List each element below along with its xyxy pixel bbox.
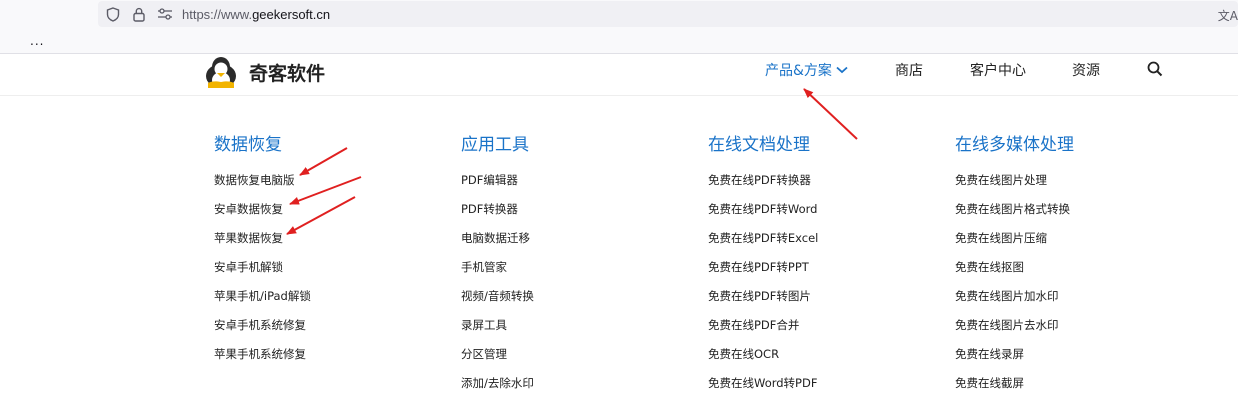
menu-item[interactable]: 免费在线PDF转PPT — [708, 259, 818, 288]
tabs-overflow[interactable]: ... — [30, 34, 44, 48]
menu-item[interactable]: 免费在线PDF合并 — [708, 317, 818, 346]
url-prefix: https://www. — [182, 6, 253, 22]
menu-item[interactable]: PDF转换器 — [461, 201, 534, 230]
brand-logo[interactable]: 奇客软件 — [203, 55, 325, 89]
menu-item[interactable]: 免费在线PDF转图片 — [708, 288, 818, 317]
menu-item[interactable]: 电脑数据迁移 — [461, 230, 534, 259]
column-title[interactable]: 应用工具 — [461, 130, 534, 155]
column-title[interactable]: 数据恢复 — [214, 130, 311, 155]
menu-item[interactable]: 免费在线图片加水印 — [955, 288, 1074, 317]
address-bar[interactable]: https://www.geekersoft.cn 文A — [98, 1, 1238, 27]
brand-name: 奇客软件 — [249, 62, 326, 85]
search-button[interactable] — [1147, 61, 1163, 81]
menu-item[interactable]: 免费在线PDF转Excel — [708, 230, 818, 259]
menu-item[interactable]: 数据恢复电脑版 — [214, 172, 311, 201]
menu-item[interactable]: 免费在线图片压缩 — [955, 230, 1074, 259]
menu-item[interactable]: 视频/音频转换 — [461, 288, 534, 317]
search-icon — [1147, 61, 1163, 77]
lock-icon[interactable] — [128, 3, 150, 25]
menu-column-online-media: 在线多媒体处理 免费在线图片处理 免费在线图片格式转换 免费在线图片压缩 免费在… — [955, 130, 1074, 404]
menu-item[interactable]: 苹果手机/iPad解锁 — [214, 288, 311, 317]
nav-store-label: 商店 — [895, 63, 923, 79]
menu-item[interactable]: 免费在线录屏 — [955, 346, 1074, 375]
translate-icon[interactable]: 文A — [1218, 7, 1238, 24]
url-domain: geekersoft.cn — [252, 6, 331, 22]
penguin-logo-icon — [206, 57, 236, 88]
menu-item[interactable]: 安卓手机解锁 — [214, 259, 311, 288]
menu-item[interactable]: 免费在线图片去水印 — [955, 317, 1074, 346]
nav-customer-center-label: 客户中心 — [970, 63, 1026, 79]
tracking-protection-shield-icon[interactable] — [102, 3, 124, 25]
menu-item[interactable]: 安卓数据恢复 — [214, 201, 311, 230]
menu-item[interactable]: 手机管家 — [461, 259, 534, 288]
column-title[interactable]: 在线多媒体处理 — [955, 130, 1074, 155]
menu-item[interactable]: 免费在线图片格式转换 — [955, 201, 1074, 230]
nav-resources-label: 资源 — [1072, 63, 1100, 79]
menu-column-app-tools: 应用工具 PDF编辑器 PDF转换器 电脑数据迁移 手机管家 视频/音频转换 录… — [461, 130, 534, 404]
url-text[interactable]: https://www.geekersoft.cn — [182, 7, 330, 22]
menu-column-online-docs: 在线文档处理 免费在线PDF转换器 免费在线PDF转Word 免费在线PDF转E… — [708, 130, 818, 404]
chevron-down-icon — [836, 66, 848, 74]
menu-item[interactable]: PDF编辑器 — [461, 172, 534, 201]
menu-item[interactable]: 免费在线OCR — [708, 346, 818, 375]
permissions-icon[interactable] — [154, 3, 176, 25]
nav-customer-center[interactable]: 客户中心 — [970, 60, 1026, 80]
menu-item[interactable]: 苹果手机系统修复 — [214, 346, 311, 375]
nav-products-label: 产品&方案 — [765, 63, 832, 79]
menu-column-data-recovery: 数据恢复 数据恢复电脑版 安卓数据恢复 苹果数据恢复 安卓手机解锁 苹果手机/i… — [214, 130, 311, 375]
site-header: 奇客软件 产品&方案 商店 客户中心 资源 — [0, 55, 1238, 96]
nav-resources[interactable]: 资源 — [1072, 60, 1100, 80]
nav-products[interactable]: 产品&方案 — [765, 60, 849, 80]
browser-toolbar: https://www.geekersoft.cn 文A ... — [0, 0, 1238, 54]
column-title[interactable]: 在线文档处理 — [708, 130, 818, 155]
menu-item[interactable]: 苹果数据恢复 — [214, 230, 311, 259]
menu-item[interactable]: 免费在线PDF转Word — [708, 201, 818, 230]
menu-item[interactable]: 录屏工具 — [461, 317, 534, 346]
menu-item[interactable]: 免费在线抠图 — [955, 259, 1074, 288]
nav-store[interactable]: 商店 — [895, 60, 923, 80]
menu-item[interactable]: 免费在线PDF转换器 — [708, 172, 818, 201]
menu-item[interactable]: 免费在线图片处理 — [955, 172, 1074, 201]
menu-item[interactable]: 安卓手机系统修复 — [214, 317, 311, 346]
menu-item[interactable]: 分区管理 — [461, 346, 534, 375]
